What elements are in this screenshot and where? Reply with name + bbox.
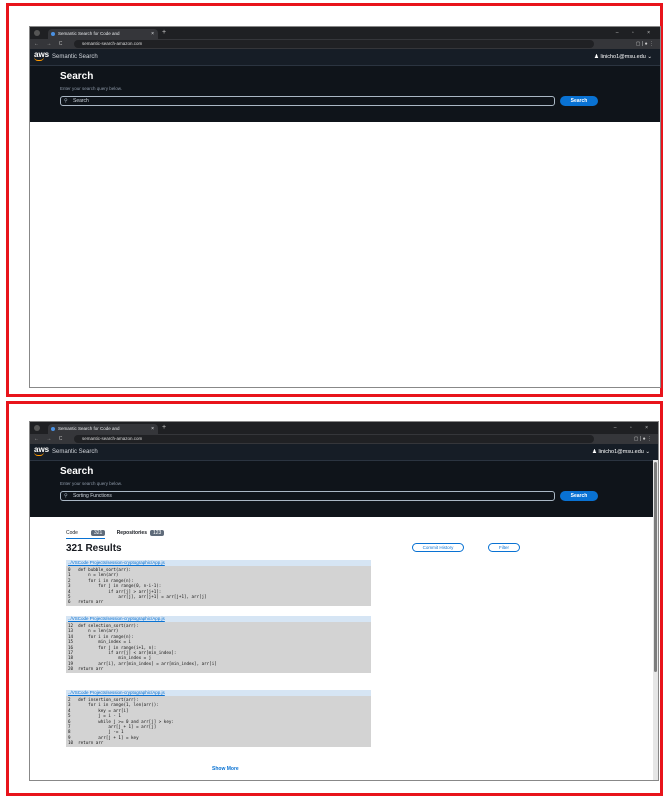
app-header: aws Semantic Search ♟ linicho1@msu.edu ⌄ <box>30 444 658 461</box>
tab-code[interactable]: Code 321 <box>66 530 106 539</box>
aws-logo[interactable]: aws <box>34 445 49 456</box>
close-tab-icon[interactable]: × <box>151 29 154 39</box>
search-icon: ⚲ <box>64 98 68 104</box>
commit-history-button[interactable]: Commit History <box>412 543 464 552</box>
profile-icon[interactable] <box>34 425 40 431</box>
code-result-card: ../VSCode Projects/session-cryptographic… <box>66 560 371 606</box>
filter-button[interactable]: Filter <box>488 543 520 552</box>
app-title: Semantic Search <box>52 54 98 60</box>
search-button[interactable]: Search <box>560 96 598 106</box>
search-input[interactable]: ⚲ Search <box>60 96 555 106</box>
browser-tab[interactable]: Semantic Search for Code and × <box>48 424 158 434</box>
page-subtitle: Enter your search query below. <box>60 481 123 486</box>
nav-controls[interactable]: ← → C <box>34 434 65 444</box>
browser-window: Semantic Search for Code and × + – ▫ × ←… <box>29 26 661 388</box>
search-input[interactable]: ⚲ Sorting Functions <box>60 491 555 501</box>
extensions-area[interactable]: ▢ | ● ⋮ <box>634 434 652 444</box>
aws-logo[interactable]: aws <box>34 50 49 61</box>
code-snippet: 0 def bubble_sort(arr): 1 n = len(arr) 2… <box>66 566 371 606</box>
tab-title: Semantic Search for Code and <box>58 31 120 36</box>
code-result-card: ../VSCode Projects/session-cryptographic… <box>66 616 371 673</box>
show-more-button[interactable]: Show More <box>212 766 239 772</box>
address-bar-row: ← → C semantic-search-amazon.com ▢ | ● ⋮ <box>30 434 658 444</box>
user-menu[interactable]: ♟ linicho1@msu.edu ⌄ <box>592 444 650 460</box>
code-result-card: ../VSCode Projects/session-cryptographic… <box>66 690 371 747</box>
new-tab-button[interactable]: + <box>162 27 166 39</box>
code-snippet: 12 def selection_sort(arr): 13 n = len(a… <box>66 622 371 673</box>
browser-tab-bar: Semantic Search for Code and × + – ▫ × <box>30 27 660 39</box>
address-bar-row: ← → C semantic-search-amazon.com ▢ | ● ⋮ <box>30 39 660 49</box>
url-field[interactable]: semantic-search-amazon.com <box>74 40 594 48</box>
favicon-icon <box>51 427 55 431</box>
favicon-icon <box>51 32 55 36</box>
url-field[interactable]: semantic-search-amazon.com <box>74 435 594 443</box>
page-title: Search <box>60 466 94 477</box>
user-menu[interactable]: ♟ linicho1@msu.edu ⌄ <box>594 49 652 65</box>
page-subtitle: Enter your search query below. <box>60 86 123 91</box>
window-controls[interactable]: – ▫ × <box>614 422 654 434</box>
code-snippet: 2 def insertion_sort(arr): 3 for i in ra… <box>66 696 371 747</box>
profile-icon[interactable] <box>34 30 40 36</box>
close-tab-icon[interactable]: × <box>151 424 154 434</box>
search-button[interactable]: Search <box>560 491 598 501</box>
result-tabs: Code 321 Repositories 123 <box>66 530 174 539</box>
extensions-area[interactable]: ▢ | ● ⋮ <box>636 39 654 49</box>
new-tab-button[interactable]: + <box>162 422 166 434</box>
nav-controls[interactable]: ← → C <box>34 39 65 49</box>
app-header: aws Semantic Search ♟ linicho1@msu.edu ⌄ <box>30 49 660 66</box>
screenshot-panel-results: Semantic Search for Code and × + – ▫ × ←… <box>6 401 663 796</box>
screenshot-panel-empty: Semantic Search for Code and × + – ▫ × ←… <box>6 3 663 397</box>
window-controls[interactable]: – ▫ × <box>616 27 656 39</box>
search-hero: Search Enter your search query below. ⚲ … <box>30 461 658 517</box>
code-count-badge: 321 <box>90 530 106 536</box>
browser-tab-bar: Semantic Search for Code and × + – ▫ × <box>30 422 658 434</box>
browser-tab[interactable]: Semantic Search for Code and × <box>48 29 158 39</box>
scrollbar[interactable] <box>653 460 658 780</box>
browser-window: Semantic Search for Code and × + – ▫ × ←… <box>29 421 659 781</box>
tab-title: Semantic Search for Code and <box>58 426 120 431</box>
search-hero: Search Enter your search query below. ⚲ … <box>30 66 660 122</box>
scrollbar-thumb[interactable] <box>654 462 657 672</box>
app-title: Semantic Search <box>52 449 98 455</box>
search-icon: ⚲ <box>64 493 68 499</box>
tab-repositories[interactable]: Repositories 123 <box>117 530 165 536</box>
results-count: 321 Results <box>66 543 122 554</box>
page-title: Search <box>60 71 94 82</box>
repos-count-badge: 123 <box>149 530 165 536</box>
